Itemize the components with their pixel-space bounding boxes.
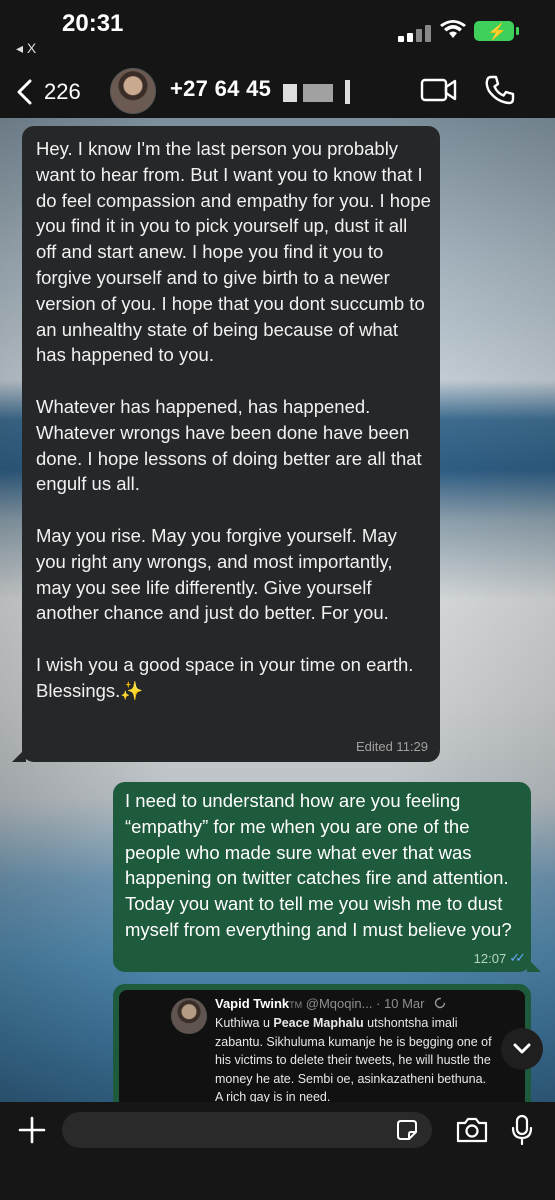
back-to-app-link[interactable]: ◂ X	[16, 40, 36, 57]
message-time: 12:07	[473, 950, 507, 966]
composer-bar	[0, 1102, 555, 1200]
chat-header: 226 +27 64 45	[0, 62, 555, 118]
phone-call-icon[interactable]	[484, 74, 516, 106]
contact-number[interactable]: +27 64 45	[170, 76, 271, 102]
contact-avatar[interactable]	[110, 68, 156, 114]
battery-charging-icon: ⚡	[474, 21, 519, 41]
message-text: I need to understand how are you feeling…	[125, 790, 514, 940]
back-button[interactable]: 226	[14, 76, 104, 108]
status-bar: 20:31 ◂ X ⚡	[0, 0, 555, 62]
sticker-icon[interactable]	[396, 1119, 418, 1141]
wifi-icon	[440, 20, 466, 38]
unread-count: 226	[44, 79, 81, 104]
tweet-author-name: Vapid Twink	[215, 996, 290, 1011]
bubble-tail	[12, 748, 26, 762]
message-input[interactable]	[62, 1112, 432, 1148]
video-call-icon[interactable]	[420, 76, 458, 104]
chevron-down-icon	[513, 1043, 531, 1054]
tweet-screenshot: Vapid TwinkTM @Mqoqin... · 10 Mar Kuthiw…	[119, 990, 525, 1102]
outgoing-message-bubble[interactable]: I need to understand how are you feeling…	[113, 782, 541, 972]
attach-plus-icon[interactable]	[16, 1114, 48, 1146]
status-time: 20:31	[62, 10, 124, 37]
incoming-message-bubble[interactable]: Hey. I know I'm the last person you prob…	[12, 126, 440, 762]
cellular-signal-icon	[398, 24, 434, 42]
tweet-header: Vapid TwinkTM @Mqoqin... · 10 Mar	[215, 996, 446, 1011]
redaction-block	[345, 80, 350, 104]
tweet-avatar	[171, 998, 207, 1034]
tweet-author-tm: TM	[289, 1000, 303, 1010]
redaction-block	[303, 84, 333, 102]
message-meta: 12:07 ✓✓	[473, 950, 526, 966]
bubble-tail	[527, 958, 541, 972]
scroll-to-bottom-button[interactable]	[501, 1028, 543, 1070]
tweet-text-start: Kuthiwa u	[215, 1016, 274, 1030]
chevron-left-icon	[17, 79, 32, 105]
message-text: Hey. I know I'm the last person you prob…	[36, 138, 431, 701]
redaction-block	[283, 84, 297, 102]
tweet-text: Kuthiwa u Peace Maphalu utshontsha imali…	[215, 1014, 495, 1102]
message-edited-time: Edited 11:29	[355, 739, 428, 754]
tweet-mention: Peace Maphalu	[273, 1016, 364, 1030]
read-receipt-icon: ✓✓	[509, 950, 526, 965]
tweet-handle-date: @Mqoqin... · 10 Mar	[302, 996, 425, 1011]
camera-icon[interactable]	[455, 1116, 489, 1144]
microphone-icon[interactable]	[510, 1114, 534, 1146]
tweet-status-icon	[434, 997, 446, 1009]
tweet-screenshot-message[interactable]: Vapid TwinkTM @Mqoqin... · 10 Mar Kuthiw…	[113, 984, 531, 1102]
